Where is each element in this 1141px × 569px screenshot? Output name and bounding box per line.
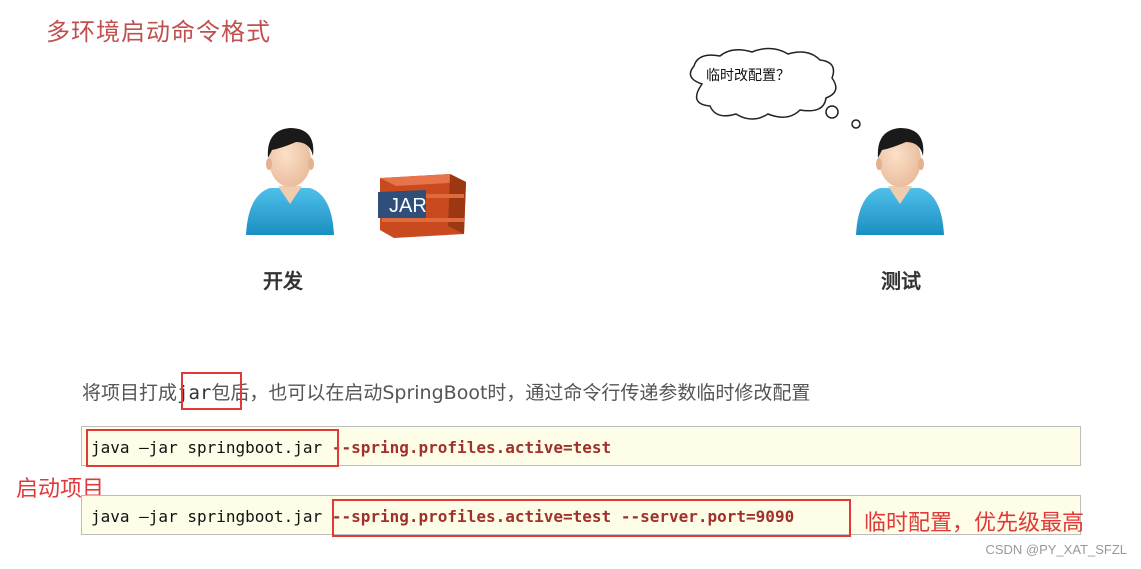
- description-before: 将项目打成: [82, 382, 178, 404]
- tester-person-icon: [856, 128, 944, 235]
- description-after: 包后，也可以在启动SpringBoot时，通过命令行传递参数临时修改配置: [211, 382, 811, 404]
- jar-highlight-box: [181, 372, 242, 410]
- jar-icon-text: JAR: [389, 195, 427, 217]
- command1-args: --spring.profiles.active=test: [331, 438, 612, 457]
- thought-bubble-text: 临时改配置？: [706, 68, 790, 84]
- temp-args-highlight-box: [332, 499, 851, 537]
- tester-label: 测试: [881, 269, 921, 293]
- watermark: CSDN @PY_XAT_SFZL: [985, 542, 1127, 557]
- jar-archive-icon: JAR: [378, 174, 466, 238]
- start-command-highlight-box: [86, 429, 339, 467]
- temp-config-annotation: 临时配置，优先级最高: [864, 511, 1085, 536]
- developer-label: 开发: [263, 269, 303, 293]
- page-title: 多环境启动命令格式: [46, 18, 271, 46]
- developer-person-icon: [246, 128, 334, 235]
- thought-bubble-icon: [689, 47, 861, 129]
- command2-base: java –jar springboot.jar: [91, 507, 323, 526]
